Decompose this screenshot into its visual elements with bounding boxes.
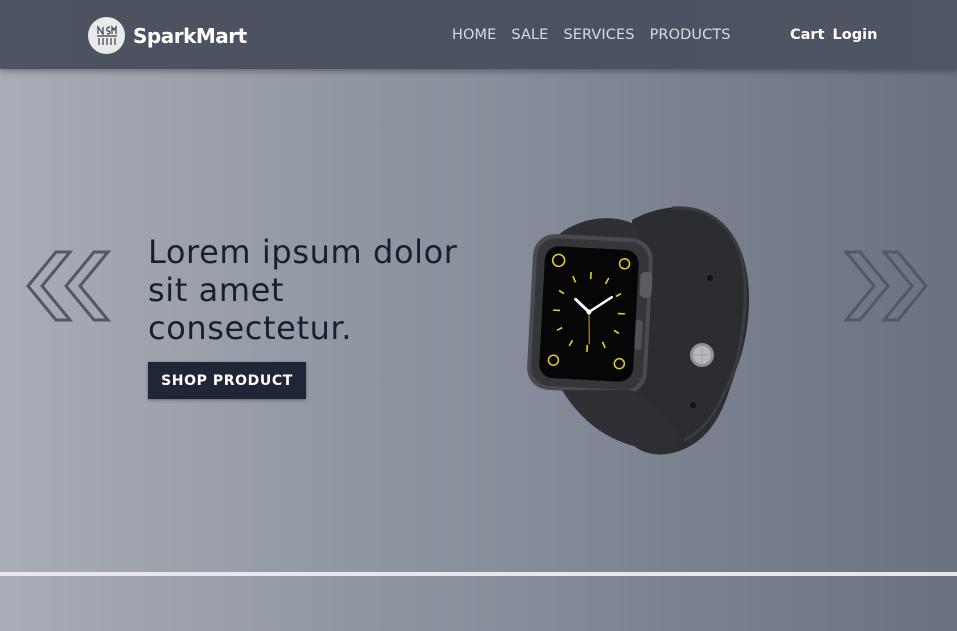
nav-services[interactable]: SERVICES <box>563 27 634 43</box>
cart-link[interactable]: Cart <box>790 27 825 43</box>
brand-logo-icon <box>88 17 125 54</box>
brand-logo-link[interactable]: SparkMart <box>88 17 247 54</box>
nav-home[interactable]: HOME <box>452 27 496 43</box>
carousel-next-button[interactable] <box>842 250 930 328</box>
next-section <box>0 576 957 631</box>
main-nav: HOME SALE SERVICES PRODUCTS <box>452 27 731 43</box>
shop-product-button[interactable]: SHOP PRODUCT <box>148 362 306 399</box>
login-link[interactable]: Login <box>833 27 878 43</box>
top-navbar: SparkMart HOME SALE SERVICES PRODUCTS Ca… <box>0 0 957 69</box>
nav-sale[interactable]: SALE <box>511 27 548 43</box>
brand-name: SparkMart <box>133 23 247 48</box>
carousel-prev-button[interactable] <box>26 250 112 328</box>
hero-headline: Lorem ipsum dolor sit amet consectetur. <box>148 233 458 347</box>
nav-products[interactable]: PRODUCTS <box>650 27 731 43</box>
chevrons-right-icon <box>842 250 928 322</box>
product-image <box>522 200 752 464</box>
chevrons-left-icon <box>26 250 112 322</box>
account-nav: Cart Login <box>790 27 877 43</box>
